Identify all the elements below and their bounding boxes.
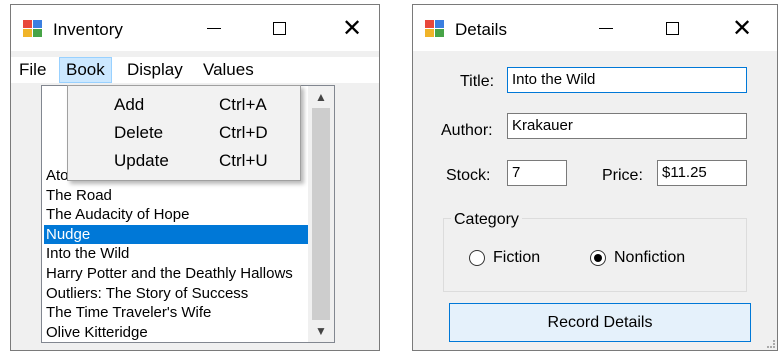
price-field[interactable]: $11.25: [657, 160, 747, 186]
list-item[interactable]: The Time Traveler's Wife: [44, 303, 308, 323]
menu-item-shortcut: Ctrl+A: [219, 95, 267, 114]
app-icon: [23, 20, 43, 38]
resize-grip-icon[interactable]: [767, 340, 775, 348]
details-window: Details ✕ Title: Into the Wild Author: K…: [412, 4, 778, 351]
author-label: Author:: [441, 122, 493, 139]
book-menu-dropdown: Add Ctrl+A Delete Ctrl+D Update Ctrl+U: [67, 85, 301, 181]
menu-bar: File Book Display Values: [11, 57, 379, 83]
menu-item-label: Add: [114, 95, 145, 114]
book-list: Atonement The Road The Audacity of Hope …: [44, 166, 308, 342]
menu-item-add[interactable]: Add Ctrl+A: [68, 91, 300, 119]
menu-item-shortcut: Ctrl+D: [219, 123, 268, 142]
menu-book[interactable]: Book: [59, 57, 112, 83]
scroll-down-arrow-icon[interactable]: ▼: [308, 320, 334, 342]
menu-file[interactable]: File: [13, 57, 52, 83]
title-field[interactable]: Into the Wild: [507, 67, 747, 93]
list-item[interactable]: Olive Kitteridge: [44, 323, 308, 343]
nonfiction-radio[interactable]: [590, 250, 606, 266]
scroll-up-arrow-icon[interactable]: ▲: [308, 86, 334, 108]
list-item[interactable]: The Road: [44, 186, 308, 206]
minimize-button[interactable]: [191, 13, 237, 43]
minimize-button[interactable]: [583, 13, 629, 43]
app-icon: [425, 20, 445, 38]
fiction-label[interactable]: Fiction: [493, 249, 540, 267]
menu-item-delete[interactable]: Delete Ctrl+D: [68, 119, 300, 147]
list-item[interactable]: Harry Potter and the Deathly Hallows: [44, 264, 308, 284]
menu-item-label: Delete: [114, 123, 164, 142]
vertical-scrollbar[interactable]: ▲ ▼: [308, 86, 334, 342]
list-item-selected[interactable]: Nudge: [44, 224, 308, 245]
details-titlebar[interactable]: Details ✕: [413, 5, 777, 51]
maximize-button[interactable]: [649, 13, 695, 43]
menu-item-label: Update: [114, 151, 169, 170]
inventory-window: Inventory ✕ File Book Display Values Ato…: [10, 4, 380, 351]
inventory-title: Inventory: [53, 20, 123, 39]
list-item[interactable]: Into the Wild: [44, 244, 308, 264]
close-button[interactable]: ✕: [719, 13, 765, 43]
close-button[interactable]: ✕: [329, 13, 375, 43]
title-label: Title:: [460, 73, 495, 90]
details-title: Details: [455, 20, 507, 39]
scrollbar-thumb[interactable]: [312, 108, 330, 320]
nonfiction-label[interactable]: Nonfiction: [614, 249, 685, 267]
inventory-titlebar[interactable]: Inventory ✕: [11, 5, 379, 51]
list-item[interactable]: The Audacity of Hope: [44, 205, 308, 225]
maximize-button[interactable]: [256, 13, 302, 43]
menu-item-shortcut: Ctrl+U: [219, 151, 268, 170]
menu-values[interactable]: Values: [197, 57, 260, 83]
record-details-button[interactable]: Record Details: [449, 303, 751, 342]
category-group-title: Category: [451, 211, 522, 229]
stock-label: Stock:: [446, 167, 491, 184]
stock-field[interactable]: 7: [507, 160, 567, 186]
fiction-radio[interactable]: [469, 250, 485, 266]
menu-item-update[interactable]: Update Ctrl+U: [68, 147, 300, 175]
menu-display[interactable]: Display: [121, 57, 189, 83]
list-item[interactable]: Outliers: The Story of Success: [44, 284, 308, 304]
price-label: Price:: [602, 167, 643, 184]
author-field[interactable]: Krakauer: [507, 113, 747, 139]
